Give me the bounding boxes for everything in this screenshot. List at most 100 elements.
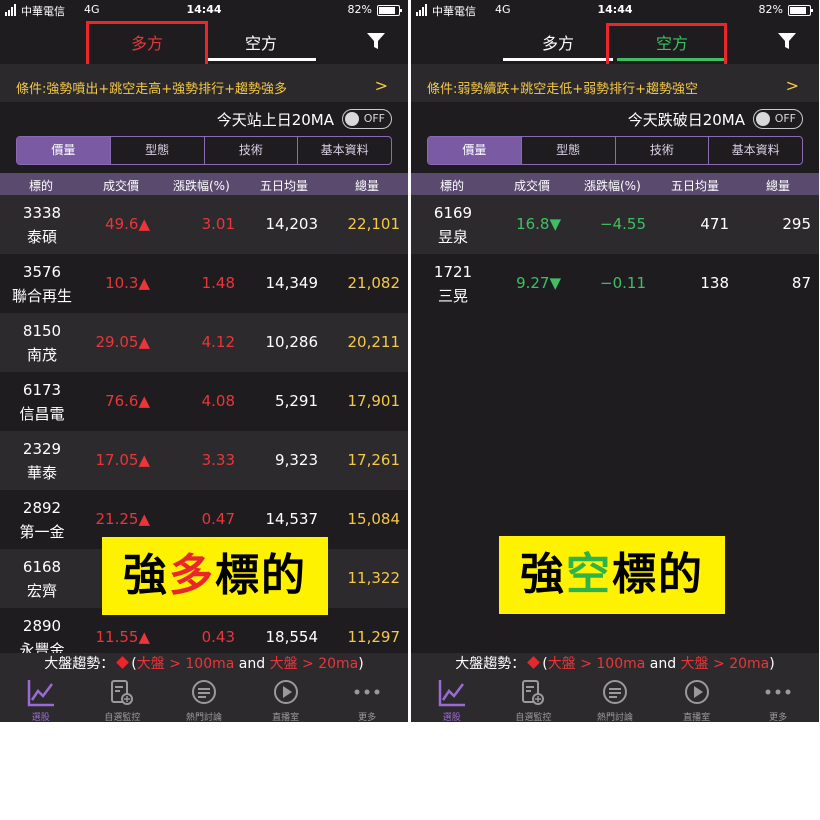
segment-pattern[interactable]: 型態 bbox=[109, 137, 204, 164]
tab-bull[interactable]: 多方 bbox=[503, 30, 613, 61]
trend-label: 大盤趨勢： bbox=[455, 656, 526, 672]
col-change[interactable]: 漲跌幅(%) bbox=[173, 177, 230, 194]
volume-cell: 15,084 bbox=[347, 510, 401, 528]
tab-more[interactable]: 更多 bbox=[326, 675, 408, 722]
table-row[interactable]: 8150 南茂 29.05▲ 4.12 10,286 20,211 bbox=[0, 313, 408, 372]
ma-toggle[interactable]: OFF bbox=[753, 109, 803, 129]
col-volume[interactable]: 總量 bbox=[355, 177, 379, 194]
trend-and: and bbox=[645, 656, 681, 672]
filter-icon[interactable] bbox=[366, 31, 386, 51]
filter-icon[interactable] bbox=[777, 31, 797, 51]
table-header: 標的 成交價 漲跌幅(%) 五日均量 總量 bbox=[411, 173, 819, 195]
trend-cond-2: > 20ma bbox=[297, 656, 359, 672]
col-avg5[interactable]: 五日均量 bbox=[671, 177, 719, 194]
battery-percent: 82% bbox=[758, 3, 783, 16]
table-row[interactable]: 2329 華泰 17.05▲ 3.33 9,323 17,261 bbox=[0, 431, 408, 490]
toggle-knob bbox=[756, 112, 770, 126]
trend-and: and bbox=[234, 656, 270, 672]
watch-doc-icon bbox=[111, 680, 134, 705]
tab-underline bbox=[503, 58, 613, 61]
price-cell: 76.6▲ bbox=[105, 392, 150, 410]
tab-live-room[interactable]: 直播室 bbox=[245, 675, 327, 722]
volume-cell: 11,297 bbox=[347, 628, 401, 646]
table-row[interactable]: 1721 三晃 9.27▼ −0.11 138 87 bbox=[411, 254, 819, 313]
trend-cond-1: > 100ma bbox=[575, 656, 646, 672]
change-cell: 4.12 bbox=[201, 333, 235, 351]
col-symbol[interactable]: 標的 bbox=[440, 177, 464, 194]
table-row[interactable]: 6169 昱泉 16.8▼ −4.55 471 295 bbox=[411, 195, 819, 254]
stock-name: 三晃 bbox=[437, 287, 468, 305]
condition-bar[interactable]: 條件:強勢噴出+跳空走高+強勢排行+趨勢強多 > bbox=[0, 64, 408, 102]
change-cell: 3.33 bbox=[201, 451, 235, 469]
tab-more-label: 更多 bbox=[769, 713, 788, 722]
trend-market-2: 大盤 bbox=[269, 656, 298, 672]
segment-pattern[interactable]: 型態 bbox=[520, 137, 615, 164]
table-row[interactable]: 3576 聯合再生 10.3▲ 1.48 14,349 21,082 bbox=[0, 254, 408, 313]
tab-stock-picker[interactable]: 選股 bbox=[411, 675, 493, 722]
stock-name: 宏齊 bbox=[26, 582, 57, 600]
volume-cell: 17,901 bbox=[347, 392, 401, 410]
avg5-cell: 18,554 bbox=[265, 628, 319, 646]
trend-label: 大盤趨勢： bbox=[44, 656, 115, 672]
stock-name: 第一金 bbox=[19, 523, 65, 541]
price-cell: 49.6▲ bbox=[105, 215, 150, 233]
ma-filter-row: 今天站上日20MA OFF bbox=[0, 102, 408, 134]
volume-cell: 22,101 bbox=[347, 215, 401, 233]
table-header: 標的 成交價 漲跌幅(%) 五日均量 總量 bbox=[0, 173, 408, 195]
ma-filter-label: 今天站上日20MA bbox=[216, 111, 334, 129]
col-change[interactable]: 漲跌幅(%) bbox=[584, 177, 641, 194]
trend-paren-close: ) bbox=[769, 656, 775, 672]
avg5-cell: 14,349 bbox=[265, 274, 319, 292]
trend-cond-1: > 100ma bbox=[164, 656, 235, 672]
avg5-cell: 471 bbox=[700, 215, 729, 233]
market-trend: 大盤趨勢： (大盤 > 100ma and 大盤 > 20ma) bbox=[411, 653, 819, 675]
banner-text-1: 強 bbox=[520, 549, 566, 600]
bottom-tab-bar: 選股 自選監控 熱門討論 直播室 更多 bbox=[411, 675, 819, 722]
segment-technical[interactable]: 技術 bbox=[203, 137, 298, 164]
change-cell: 3.01 bbox=[201, 215, 235, 233]
stock-name: 南茂 bbox=[26, 346, 57, 364]
volume-cell: 87 bbox=[791, 274, 811, 292]
col-avg5[interactable]: 五日均量 bbox=[260, 177, 308, 194]
tab-bear[interactable]: 空方 bbox=[206, 30, 316, 61]
battery-icon bbox=[377, 5, 402, 16]
chevron-right-icon: > bbox=[374, 76, 388, 95]
stock-name: 聯合再生 bbox=[11, 287, 72, 305]
table-row[interactable]: 3338 泰碩 49.6▲ 3.01 14,203 22,101 bbox=[0, 195, 408, 254]
table-row[interactable]: 6173 信昌電 76.6▲ 4.08 5,291 17,901 bbox=[0, 372, 408, 431]
segment-price-volume[interactable]: 價量 bbox=[17, 137, 110, 164]
change-cell: 4.08 bbox=[201, 392, 235, 410]
tab-stock-picker[interactable]: 選股 bbox=[0, 675, 82, 722]
stock-code: 6169 bbox=[433, 204, 473, 222]
ma-toggle[interactable]: OFF bbox=[342, 109, 392, 129]
stock-code: 3338 bbox=[22, 204, 62, 222]
volume-cell: 21,082 bbox=[347, 274, 401, 292]
more-icon bbox=[765, 689, 791, 695]
banner-text-3: 標的 bbox=[612, 549, 704, 600]
tab-more[interactable]: 更多 bbox=[737, 675, 819, 722]
volume-cell: 11,322 bbox=[347, 569, 401, 587]
segment-fundamentals[interactable]: 基本資料 bbox=[708, 137, 802, 164]
segment-price-volume[interactable]: 價量 bbox=[428, 137, 521, 164]
col-price[interactable]: 成交價 bbox=[103, 177, 139, 194]
tab-watchlist[interactable]: 自選監控 bbox=[82, 675, 164, 722]
change-cell: 0.43 bbox=[201, 628, 235, 646]
ma-filter-row: 今天跌破日20MA OFF bbox=[411, 102, 819, 134]
change-cell: 1.48 bbox=[201, 274, 235, 292]
tab-hot-discussion[interactable]: 熱門討論 bbox=[163, 675, 245, 722]
ma-filter-label: 今天跌破日20MA bbox=[627, 111, 745, 129]
tab-watchlist[interactable]: 自選監控 bbox=[493, 675, 575, 722]
diamond-icon bbox=[527, 656, 541, 669]
segment-technical[interactable]: 技術 bbox=[614, 137, 709, 164]
tab-hot-discussion[interactable]: 熱門討論 bbox=[574, 675, 656, 722]
trend-market-1: 大盤 bbox=[547, 656, 576, 672]
chevron-right-icon: > bbox=[785, 76, 799, 95]
col-symbol[interactable]: 標的 bbox=[29, 177, 53, 194]
tab-live-room[interactable]: 直播室 bbox=[656, 675, 738, 722]
col-price[interactable]: 成交價 bbox=[514, 177, 550, 194]
col-volume[interactable]: 總量 bbox=[766, 177, 790, 194]
trend-market-2: 大盤 bbox=[680, 656, 709, 672]
stock-name: 信昌電 bbox=[19, 405, 65, 423]
condition-bar[interactable]: 條件:弱勢續跌+跳空走低+弱勢排行+趨勢強空 > bbox=[411, 64, 819, 102]
segment-fundamentals[interactable]: 基本資料 bbox=[297, 137, 391, 164]
